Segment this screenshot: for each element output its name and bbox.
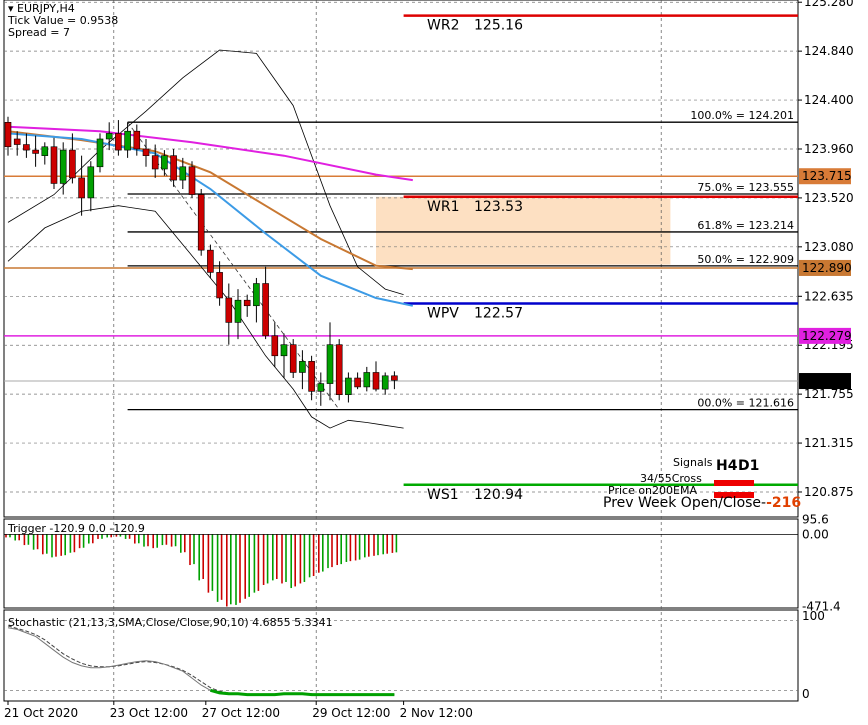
- stochastic-title: Stochastic (21,13,3,SMA,Close/Close,90,1…: [8, 616, 333, 629]
- candle-body[interactable]: [207, 249, 214, 273]
- price-tick-label: 121.755: [804, 387, 854, 401]
- price-level-badge-label: 123.715: [802, 169, 852, 183]
- price-level-badge-label: 122.890: [802, 261, 852, 275]
- pivot-label: WR1: [427, 199, 459, 215]
- fib-label: 61.8% = 123.214: [697, 219, 794, 232]
- candle-body[interactable]: [87, 166, 95, 199]
- price-tick-label: 124.400: [804, 93, 854, 107]
- candle-body[interactable]: [32, 149, 39, 154]
- candle-body[interactable]: [142, 148, 150, 156]
- time-tick-label: 23 Oct 12:00: [110, 706, 188, 720]
- stochastic-scale-bottom: 0: [802, 687, 810, 701]
- spread-label: Spread = 7: [8, 26, 70, 39]
- candle-body[interactable]: [78, 177, 85, 199]
- candle-body[interactable]: [271, 335, 279, 357]
- trigger-scale-top: 95.6: [802, 513, 829, 527]
- pivot-value: 120.94: [474, 487, 523, 503]
- pivot-label: WPV: [427, 306, 459, 322]
- candle-body[interactable]: [124, 130, 131, 151]
- signals-d1: D1: [738, 458, 759, 474]
- price-tick-label: 120.875: [804, 485, 854, 499]
- signals-h4: H4: [716, 458, 738, 474]
- candle-body[interactable]: [345, 377, 352, 395]
- candle-body[interactable]: [69, 149, 76, 179]
- price-tick-label: 122.635: [804, 289, 854, 303]
- time-tick-label: 29 Oct 12:00: [312, 706, 390, 720]
- candle-body[interactable]: [243, 299, 251, 307]
- candle-body[interactable]: [188, 166, 196, 195]
- candle-body[interactable]: [96, 138, 104, 168]
- pivot-zone: [376, 196, 671, 265]
- time-tick-label: 21 Oct 2020: [4, 706, 78, 720]
- signal-cell-h4-cross: [714, 480, 754, 486]
- candle-body[interactable]: [133, 130, 141, 150]
- candle-body[interactable]: [308, 361, 315, 392]
- price-tick-label: 123.520: [804, 191, 854, 205]
- candle-body[interactable]: [41, 146, 49, 156]
- fib-label: 50.0% = 122.909: [697, 253, 794, 266]
- candle-body[interactable]: [317, 383, 325, 392]
- prev-week-value: -216: [766, 495, 801, 511]
- pivot-value: 122.57: [474, 306, 523, 322]
- candle-body[interactable]: [170, 155, 177, 181]
- price-tick-label: 121.315: [804, 436, 854, 450]
- price-level-badge-label: 122.279: [802, 329, 852, 343]
- candle-body[interactable]: [381, 375, 389, 390]
- time-tick-label: 27 Oct 12:00: [202, 706, 280, 720]
- price-tick-label: 124.840: [804, 44, 854, 58]
- price-tick-label: 123.080: [804, 240, 854, 254]
- candle-body[interactable]: [289, 344, 297, 373]
- candle-body[interactable]: [234, 299, 242, 323]
- pivot-value: 125.16: [474, 18, 523, 34]
- candle-body[interactable]: [253, 283, 260, 307]
- stochastic-scale-top: 100: [802, 609, 825, 623]
- candle-body[interactable]: [4, 122, 12, 148]
- candle-body[interactable]: [151, 155, 159, 170]
- candle-body[interactable]: [299, 361, 306, 373]
- candle-body[interactable]: [363, 372, 371, 388]
- candle-body[interactable]: [59, 149, 67, 184]
- candle-body[interactable]: [262, 283, 269, 337]
- candle-body[interactable]: [335, 344, 343, 395]
- trading-chart[interactable]: 100.0% = 124.201 75.0% = 123.555 61.8% = 1…: [0, 0, 868, 725]
- signals-title: Signals: [673, 456, 713, 469]
- price-tick-label: 125.280: [804, 0, 854, 9]
- fib-label: 100.0% = 124.201: [690, 109, 794, 122]
- candle-body[interactable]: [354, 377, 361, 388]
- candle-body[interactable]: [225, 297, 233, 323]
- fib-label: 00.0% = 121.616: [697, 397, 794, 410]
- candle-body[interactable]: [391, 375, 398, 381]
- prev-week-label: Prev Week Open/Close--216: [603, 495, 801, 511]
- candle-body[interactable]: [372, 372, 380, 390]
- candle-body[interactable]: [50, 146, 58, 184]
- candle-body[interactable]: [161, 155, 168, 170]
- pivot-label: WR2: [427, 18, 459, 34]
- candle-body[interactable]: [197, 194, 205, 251]
- candle-body[interactable]: [326, 344, 334, 384]
- candle-body[interactable]: [105, 133, 113, 140]
- pivot-value: 123.53: [474, 199, 523, 215]
- candle-body[interactable]: [23, 144, 30, 151]
- candle-body[interactable]: [179, 166, 187, 181]
- candle-body[interactable]: [280, 344, 288, 357]
- current-price-label: 121.873: [802, 374, 852, 388]
- time-tick-label: 2 Nov 12:00: [400, 706, 473, 720]
- price-tick-label: 123.960: [804, 142, 854, 156]
- candle-body[interactable]: [115, 133, 122, 151]
- trigger-scale-zero: 0.00: [802, 527, 829, 541]
- candle-body[interactable]: [13, 138, 21, 145]
- candle-body[interactable]: [216, 272, 223, 299]
- fib-label: 75.0% = 123.555: [697, 181, 794, 194]
- trigger-title: Trigger -120.9 0.0 -120.9: [7, 522, 145, 535]
- pivot-label: WS1: [427, 487, 459, 503]
